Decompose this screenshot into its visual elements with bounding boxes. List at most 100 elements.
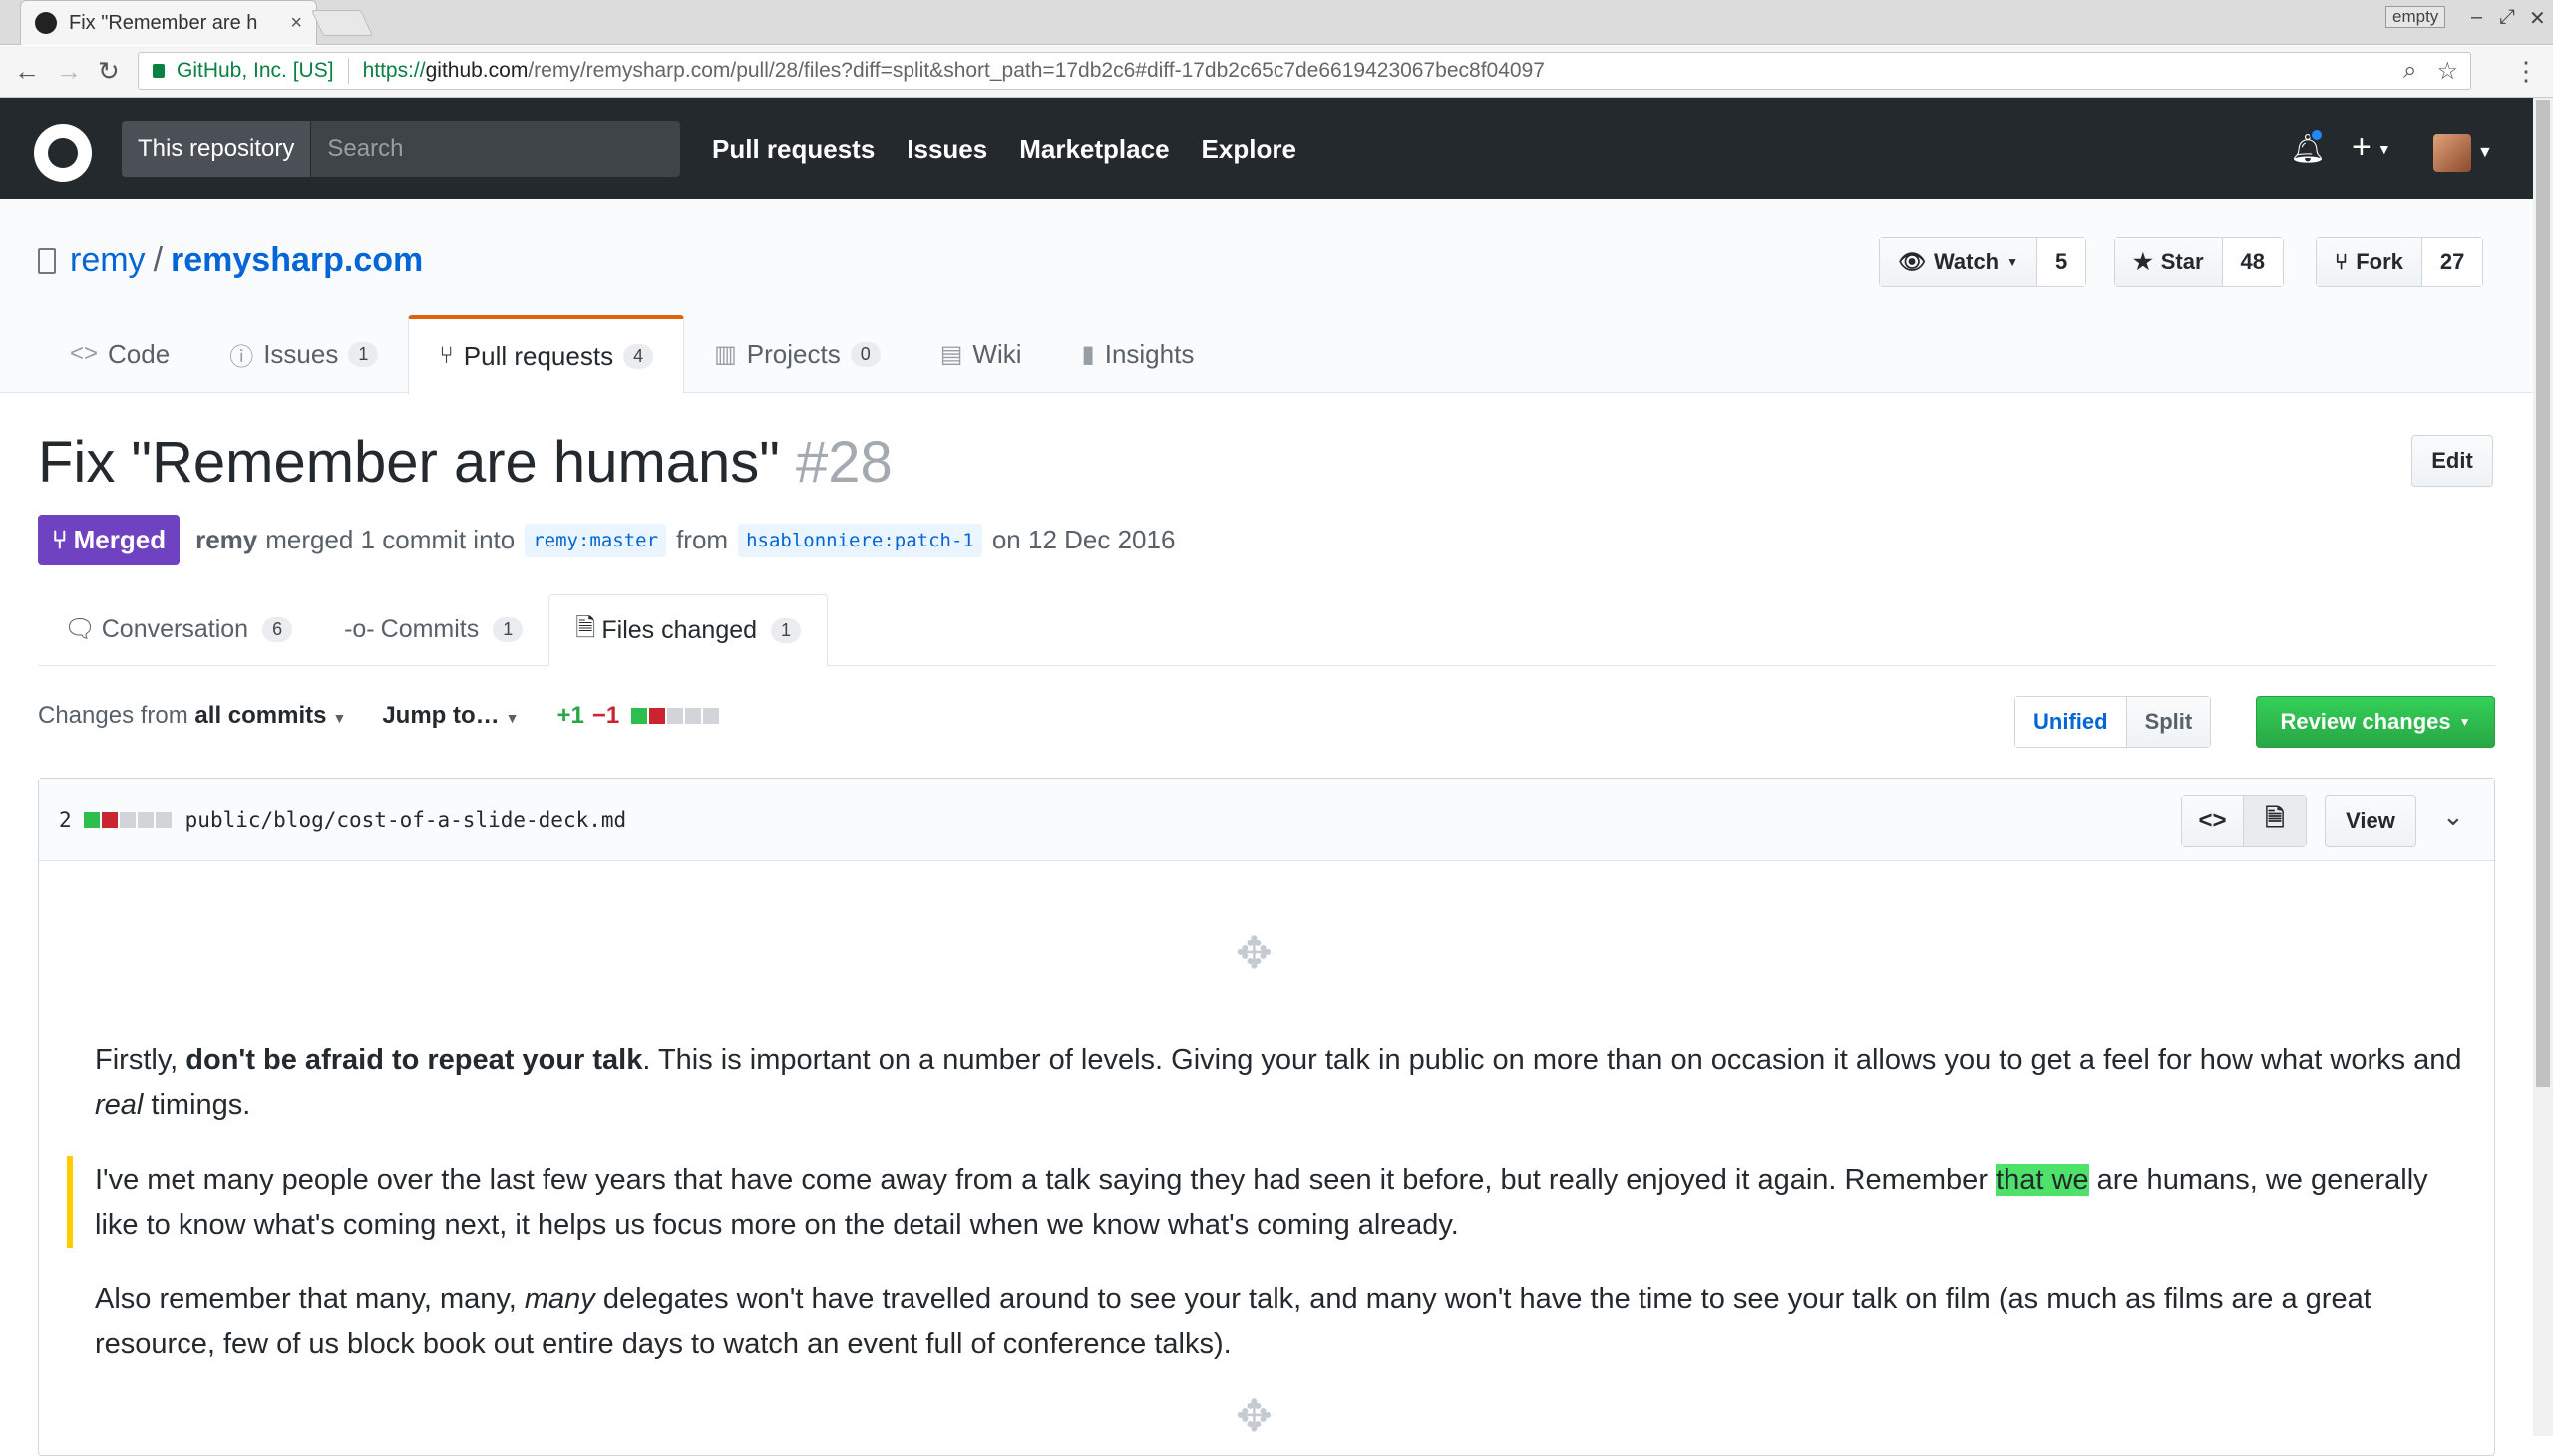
text-run: I've met many people over the last few y…: [95, 1164, 1997, 1196]
comment-icon: 🗨︎: [64, 615, 96, 643]
unified-button[interactable]: Unified: [2015, 697, 2127, 747]
rich-diff-icon[interactable]: 🗎︎: [2244, 796, 2306, 846]
tab-label: Files changed: [601, 616, 758, 644]
forward-icon[interactable]: →: [56, 56, 82, 87]
reload-icon[interactable]: ↻: [98, 56, 120, 87]
tab-counter: 1: [348, 341, 379, 367]
status-label: Merged: [73, 525, 167, 554]
diffstat-block: [119, 811, 136, 828]
watch-count[interactable]: 5: [2037, 238, 2086, 286]
watch-label: Watch: [1933, 249, 2000, 274]
pr-tabs: 🗨︎ Conversation 6 -o- Commits 1 🗎︎ Files chan…: [38, 594, 2495, 667]
expand-icon[interactable]: ✥: [1236, 928, 1273, 979]
jump-to-label: Jump to…: [382, 702, 500, 729]
browser-tab-bar: Fix "Remember are h × empty – ⤢ ✕: [0, 0, 2553, 45]
tab-pull-requests[interactable]: ⑂ Pull requests 4: [408, 315, 685, 394]
fork-button-group: ⑂ Fork 27: [2316, 237, 2484, 287]
plus-icon: +: [2352, 128, 2371, 166]
new-tab-button[interactable]: [310, 10, 374, 36]
star-button[interactable]: ★ Star: [2115, 238, 2223, 286]
file-diff: 2 public/blog/cost-of-a-slide-deck.md <>…: [38, 778, 2495, 1456]
nav-explore[interactable]: Explore: [1202, 134, 1296, 165]
diff-paragraph-changed: I've met many people over the last few y…: [95, 1158, 2468, 1248]
star-count[interactable]: 48: [2222, 238, 2284, 286]
browser-menu-icon[interactable]: ⋮: [2513, 56, 2539, 87]
tab-commits[interactable]: -o- Commits 1: [318, 594, 548, 665]
graph-icon: ▮: [1081, 340, 1095, 368]
chevron-down-icon: ▼: [2376, 141, 2391, 158]
diff-paragraph: Also remember that many, many, many dele…: [95, 1277, 2468, 1367]
url-path: /remy/remysharp.com/pull/28/files?diff=s…: [528, 59, 1545, 82]
review-label: Review changes: [2280, 709, 2451, 734]
diffstat-block: [101, 811, 118, 828]
repo-owner-link[interactable]: remy: [70, 241, 146, 280]
avatar[interactable]: [2433, 134, 2471, 172]
back-icon[interactable]: ←: [14, 56, 40, 87]
maximize-icon[interactable]: ⤢: [2499, 6, 2515, 29]
zoom-icon[interactable]: ⌕: [2403, 57, 2416, 86]
tab-counter: 4: [623, 343, 654, 369]
lock-icon: [153, 64, 165, 78]
profile-badge[interactable]: empty: [2385, 6, 2446, 28]
window-close-icon[interactable]: ✕: [2529, 6, 2546, 31]
commit-range: all commits: [194, 702, 327, 729]
merge-date: on 12 Dec 2016: [991, 525, 1176, 554]
watch-button[interactable]: 👁︎ Watch ▼: [1880, 238, 2038, 286]
head-branch[interactable]: hsablonniere:patch-1: [738, 523, 982, 557]
jump-to-dropdown[interactable]: Jump to… ▼: [382, 702, 519, 730]
diffstat-block: [703, 708, 720, 724]
author-link[interactable]: remy: [195, 525, 257, 555]
diffstat-block: [137, 811, 154, 828]
chevron-down-icon[interactable]: ▼: [2477, 144, 2493, 162]
display-toggle: <> 🗎︎: [2181, 795, 2307, 847]
review-changes-button[interactable]: Review changes ▼: [2256, 696, 2495, 748]
tab-title: Fix "Remember are h: [69, 11, 258, 34]
bookmark-star-icon[interactable]: ☆: [2436, 57, 2458, 86]
search-box[interactable]: This repository Search: [122, 121, 680, 177]
tab-projects[interactable]: ▥ Projects 0: [684, 315, 911, 393]
address-bar-row: ← → ↻ GitHub, Inc. [US] https:// github.…: [0, 46, 2553, 98]
fork-button[interactable]: ⑂ Fork: [2317, 238, 2422, 286]
chevron-down-icon[interactable]: ⌄: [2442, 801, 2464, 832]
source-diff-icon[interactable]: <>: [2182, 796, 2244, 846]
expand-icon[interactable]: ✥: [1236, 1391, 1273, 1442]
split-button[interactable]: Split: [2126, 697, 2211, 747]
repo-name-link[interactable]: remysharp.com: [171, 241, 423, 280]
create-new-button[interactable]: + ▼: [2352, 128, 2391, 167]
tab-counter: 0: [850, 341, 881, 367]
view-file-button[interactable]: View: [2325, 795, 2416, 847]
chevron-down-icon: ▼: [332, 710, 347, 726]
tab-insights[interactable]: ▮ Insights: [1052, 315, 1225, 393]
tab-conversation[interactable]: 🗨︎ Conversation 6: [38, 594, 318, 665]
chevron-down-icon: ▼: [2458, 715, 2471, 729]
tab-label: Issues: [263, 338, 339, 369]
tab-label: Wiki: [972, 338, 1022, 369]
nav-pull-requests[interactable]: Pull requests: [712, 134, 875, 165]
changes-from-dropdown[interactable]: Changes from all commits ▼: [38, 702, 346, 730]
file-path[interactable]: public/blog/cost-of-a-slide-deck.md: [185, 808, 627, 832]
diffstat-bar: [631, 708, 720, 724]
added-text: that we: [1996, 1164, 2089, 1196]
url-host: github.com: [425, 59, 529, 82]
fork-count[interactable]: 27: [2421, 238, 2483, 286]
text-run: . This is important on a number of level…: [642, 1044, 2462, 1076]
base-branch[interactable]: remy:master: [525, 523, 667, 557]
tab-close-icon[interactable]: ×: [290, 12, 302, 35]
tab-label: Pull requests: [463, 340, 614, 371]
tab-code[interactable]: <> Code: [40, 315, 199, 393]
tab-issues[interactable]: ⓘ Issues 1: [199, 315, 408, 393]
minimize-icon[interactable]: –: [2471, 6, 2482, 29]
search-input[interactable]: Search: [311, 135, 403, 163]
tab-counter: 6: [262, 617, 293, 642]
github-logo-icon[interactable]: [34, 124, 92, 182]
url-field[interactable]: GitHub, Inc. [US] https:// github.com /r…: [138, 52, 2471, 90]
scrollbar-thumb[interactable]: [2536, 100, 2550, 1087]
nav-marketplace[interactable]: Marketplace: [1019, 134, 1169, 165]
book-icon: ▤: [939, 340, 963, 368]
edit-button[interactable]: Edit: [2411, 435, 2493, 487]
tab-wiki[interactable]: ▤ Wiki: [911, 315, 1052, 393]
browser-tab[interactable]: Fix "Remember are h ×: [20, 0, 317, 45]
tab-files-changed[interactable]: 🗎︎ Files changed 1: [548, 594, 829, 667]
tab-label: Commits: [380, 615, 480, 643]
nav-issues[interactable]: Issues: [907, 134, 987, 165]
